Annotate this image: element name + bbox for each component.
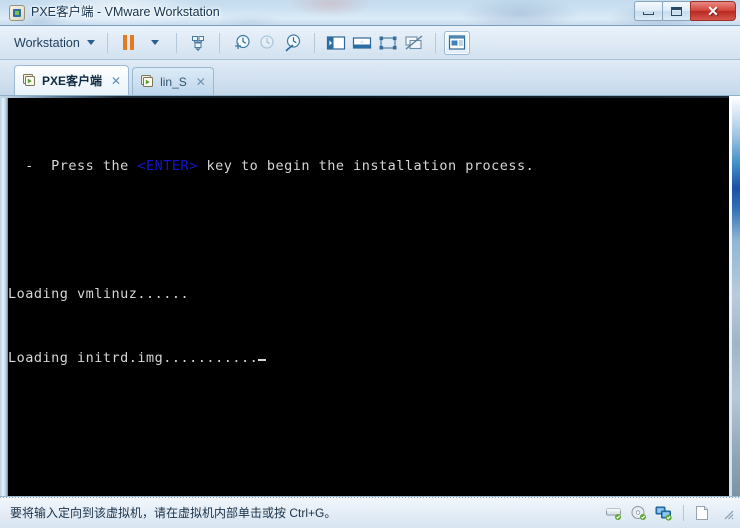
- vmware-appicon: [9, 5, 25, 21]
- thumbnail-bar-icon: [352, 36, 371, 49]
- tab-close-icon[interactable]: ✕: [107, 75, 121, 87]
- power-dropdown-button[interactable]: [142, 31, 168, 55]
- prompt-prefix: - Press the: [8, 158, 138, 174]
- close-icon: ✕: [707, 3, 719, 19]
- window-titlebar[interactable]: PXE客户端 - VMware Workstation ✕: [0, 0, 740, 26]
- pxe-boot-terminal: - Press the <ENTER> key to begin the ins…: [8, 96, 729, 496]
- vm-settings-icon: [191, 35, 204, 51]
- snapshot-revert-icon: [260, 34, 274, 49]
- enter-fullscreen-button[interactable]: [375, 31, 401, 55]
- tab-lin-s[interactable]: lin_S ✕: [132, 67, 214, 95]
- status-network-icon[interactable]: [655, 505, 673, 521]
- revert-snapshot-button[interactable]: [254, 31, 280, 55]
- unity-mode-icon: [405, 34, 423, 50]
- minimize-button[interactable]: [634, 1, 663, 21]
- terminal-cursor: [258, 359, 267, 361]
- terminal-line-prompt: - Press the <ENTER> key to begin the ins…: [8, 158, 729, 174]
- minimize-icon: [643, 12, 654, 15]
- toolbar-separator: [175, 32, 177, 53]
- toolbar-separator: [106, 32, 108, 53]
- status-document-icon[interactable]: [694, 505, 710, 521]
- snapshot-manager-button[interactable]: [280, 31, 306, 55]
- console-view-icon: [448, 34, 465, 50]
- show-library-button[interactable]: [323, 31, 349, 55]
- take-snapshot-button[interactable]: [228, 31, 254, 55]
- vmware-workstation-window: PXE客户端 - VMware Workstation ✕ Workstatio…: [0, 0, 740, 528]
- toolbar-separator: [434, 32, 436, 53]
- maximize-icon: [671, 6, 682, 16]
- terminal-line-vmlinuz: Loading vmlinuz......: [8, 286, 190, 302]
- window-resize-grip[interactable]: [720, 506, 734, 520]
- main-toolbar: Workstation: [0, 26, 740, 60]
- pause-icon: [123, 35, 135, 50]
- vm-tab-icon: [140, 74, 155, 89]
- status-cddvd-icon[interactable]: [630, 505, 648, 521]
- unity-mode-button[interactable]: [401, 31, 427, 55]
- status-separator: [683, 504, 684, 521]
- pause-vm-button[interactable]: [116, 31, 142, 55]
- tab-label: lin_S: [160, 74, 187, 89]
- fullscreen-icon: [379, 36, 397, 49]
- workstation-menu-label: Workstation: [14, 35, 80, 50]
- tab-label: PXE客户端: [42, 74, 103, 88]
- snapshot-manager-icon: [285, 33, 300, 52]
- snapshot-add-icon: [234, 34, 250, 49]
- toolbar-separator: [313, 32, 315, 53]
- vm-screen-right-border: [729, 96, 740, 496]
- chevron-down-icon: [150, 40, 159, 45]
- window-title: PXE客户端 - VMware Workstation: [31, 5, 220, 19]
- status-device-icons: [605, 504, 736, 521]
- library-panel-icon: [326, 35, 345, 50]
- initrd-text: Loading initrd.img...........: [8, 350, 259, 366]
- status-harddisk-icon[interactable]: [605, 505, 623, 521]
- status-bar: 要将输入定向到该虚拟机，请在虚拟机内部单击或按 Ctrl+G。: [0, 496, 740, 528]
- chevron-down-icon: [86, 40, 95, 45]
- window-controls: ✕: [634, 1, 736, 22]
- enter-keyword: <ENTER>: [137, 158, 198, 174]
- toolbar-separator: [218, 32, 220, 53]
- workstation-menu-button[interactable]: Workstation: [12, 33, 99, 53]
- vm-tab-strip: PXE客户端 ✕ lin_S ✕: [0, 60, 740, 96]
- vm-console-screen[interactable]: - Press the <ENTER> key to begin the ins…: [0, 96, 740, 496]
- status-message: 要将输入定向到该虚拟机，请在虚拟机内部单击或按 Ctrl+G。: [10, 506, 337, 520]
- console-view-button[interactable]: [443, 30, 470, 55]
- prompt-suffix: key to begin the installation process.: [197, 158, 535, 174]
- vm-screen-left-border: [0, 96, 8, 496]
- tab-close-icon[interactable]: ✕: [192, 76, 206, 88]
- status-bar-divider: [0, 497, 740, 498]
- terminal-line-initrd: Loading initrd.img...........: [8, 350, 729, 366]
- tab-pxe-client[interactable]: PXE客户端 ✕: [14, 65, 130, 95]
- show-thumbnail-bar-button[interactable]: [349, 31, 375, 55]
- close-button[interactable]: ✕: [690, 1, 736, 21]
- maximize-button[interactable]: [662, 1, 691, 21]
- manage-vm-settings-button[interactable]: [185, 31, 211, 55]
- vm-tab-icon: [22, 73, 37, 88]
